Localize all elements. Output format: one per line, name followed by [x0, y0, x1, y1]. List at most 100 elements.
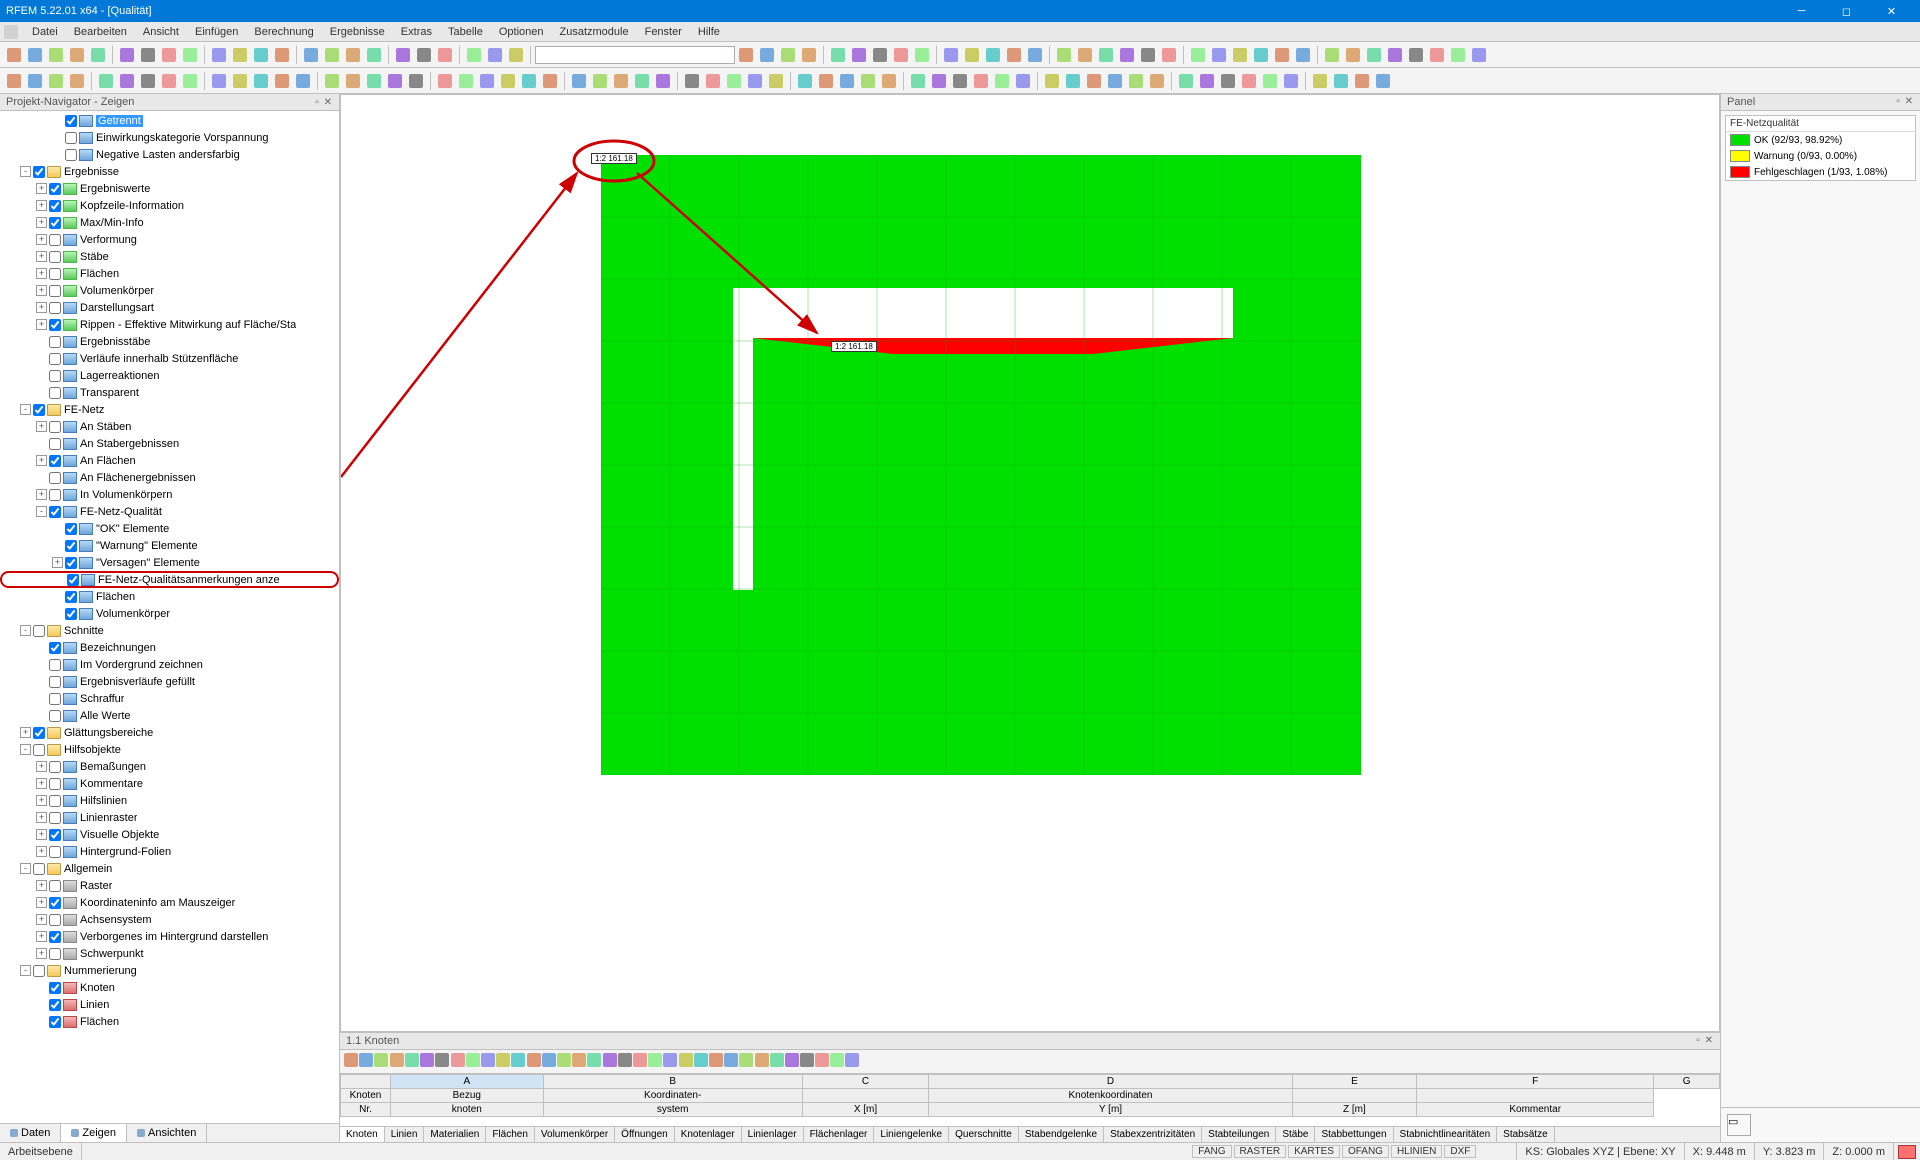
tree-expander[interactable]	[36, 438, 47, 449]
tree-expander[interactable]: +	[36, 846, 47, 857]
toolbar-button[interactable]	[1373, 71, 1393, 91]
toolbar-combo[interactable]	[535, 46, 735, 64]
tree-checkbox[interactable]	[49, 370, 61, 382]
table-col-letter[interactable]: D	[929, 1075, 1293, 1089]
tree-item[interactable]: Lagerreaktionen	[0, 367, 339, 384]
tree-item[interactable]: An Flächenergebnissen	[0, 469, 339, 486]
tree-checkbox[interactable]	[65, 523, 77, 535]
sheet-tab[interactable]: Stäbe	[1276, 1127, 1315, 1142]
table-col-letter[interactable]: C	[802, 1075, 928, 1089]
menu-bearbeiten[interactable]: Bearbeiten	[66, 24, 135, 40]
tree-expander[interactable]: +	[36, 217, 47, 228]
toolbar-button[interactable]	[519, 71, 539, 91]
toolbar-button[interactable]	[569, 71, 589, 91]
tree-expander[interactable]	[52, 115, 63, 126]
tree-item[interactable]: Knoten	[0, 979, 339, 996]
toolbar-button[interactable]	[393, 45, 413, 65]
minimize-button[interactable]: ─	[1779, 0, 1824, 22]
tree-expander[interactable]: +	[36, 285, 47, 296]
toolbar-button[interactable]	[485, 45, 505, 65]
tree-checkbox[interactable]	[49, 710, 61, 722]
tree-item[interactable]: Getrennt	[0, 112, 339, 129]
tree-item[interactable]: Bezeichnungen	[0, 639, 339, 656]
toolbar-button[interactable]	[96, 71, 116, 91]
tree-expander[interactable]: -	[20, 166, 31, 177]
toolbar-button[interactable]	[46, 71, 66, 91]
toolbar-button[interactable]	[1251, 45, 1271, 65]
toolbar-button[interactable]	[364, 71, 384, 91]
toolbar-button[interactable]	[1176, 71, 1196, 91]
toolbar-button[interactable]	[1218, 71, 1238, 91]
sheet-tab[interactable]: Stabsätze	[1497, 1127, 1554, 1142]
toolbar-button[interactable]	[138, 71, 158, 91]
tree-expander[interactable]: +	[20, 727, 31, 738]
toolbar-button[interactable]	[159, 45, 179, 65]
tree-item[interactable]: -Hilfsobjekte	[0, 741, 339, 758]
toolbar-button[interactable]	[739, 1053, 753, 1070]
toolbar-button[interactable]	[1239, 71, 1259, 91]
tree-item[interactable]: +Hintergrund-Folien	[0, 843, 339, 860]
sheet-tab[interactable]: Linien	[385, 1127, 425, 1142]
tree-expander[interactable]	[52, 591, 63, 602]
tree-checkbox[interactable]	[49, 982, 61, 994]
tree-checkbox[interactable]	[33, 863, 45, 875]
menu-hilfe[interactable]: Hilfe	[690, 24, 728, 40]
toolbar-button[interactable]	[464, 45, 484, 65]
toolbar-button[interactable]	[67, 45, 87, 65]
toolbar-button[interactable]	[736, 45, 756, 65]
tree-item[interactable]: Einwirkungskategorie Vorspannung	[0, 129, 339, 146]
toolbar-button[interactable]	[4, 71, 24, 91]
toolbar-button[interactable]	[46, 45, 66, 65]
menu-optionen[interactable]: Optionen	[491, 24, 552, 40]
toolbar-button[interactable]	[912, 45, 932, 65]
status-toggle-dxf[interactable]: DXF	[1444, 1145, 1476, 1158]
tree-checkbox[interactable]	[49, 795, 61, 807]
toolbar-button[interactable]	[1260, 71, 1280, 91]
toolbar-button[interactable]	[496, 1053, 510, 1070]
tree-item[interactable]: +An Stäben	[0, 418, 339, 435]
toolbar-button[interactable]	[795, 71, 815, 91]
toolbar-button[interactable]	[755, 1053, 769, 1070]
toolbar-button[interactable]	[1331, 71, 1351, 91]
toolbar-button[interactable]	[230, 45, 250, 65]
tree-expander[interactable]	[36, 472, 47, 483]
toolbar-button[interactable]	[971, 71, 991, 91]
tree-expander[interactable]: +	[36, 183, 47, 194]
toolbar-button[interactable]	[611, 71, 631, 91]
toolbar-button[interactable]	[845, 1053, 859, 1070]
toolbar-button[interactable]	[816, 71, 836, 91]
tree-expander[interactable]: +	[36, 761, 47, 772]
tree-checkbox[interactable]	[49, 829, 61, 841]
tree-expander[interactable]	[36, 353, 47, 364]
tree-expander[interactable]: -	[20, 625, 31, 636]
tree-checkbox[interactable]	[49, 659, 61, 671]
tree-checkbox[interactable]	[49, 234, 61, 246]
toolbar-button[interactable]	[251, 71, 271, 91]
tree-item[interactable]: +Ergebniswerte	[0, 180, 339, 197]
tree-expander[interactable]: +	[36, 778, 47, 789]
tree-checkbox[interactable]	[49, 183, 61, 195]
toolbar-button[interactable]	[1281, 71, 1301, 91]
navigator-tab-ansichten[interactable]: Ansichten	[127, 1124, 207, 1142]
tree-checkbox[interactable]	[49, 285, 61, 297]
toolbar-button[interactable]	[1343, 45, 1363, 65]
tree-checkbox[interactable]	[49, 268, 61, 280]
menu-tabelle[interactable]: Tabelle	[440, 24, 491, 40]
tree-item[interactable]: -Ergebnisse	[0, 163, 339, 180]
toolbar-button[interactable]	[849, 45, 869, 65]
toolbar-button[interactable]	[879, 71, 899, 91]
tree-checkbox[interactable]	[49, 200, 61, 212]
toolbar-button[interactable]	[542, 1053, 556, 1070]
toolbar-button[interactable]	[272, 45, 292, 65]
toolbar-button[interactable]	[67, 71, 87, 91]
table-col-letter[interactable]: G	[1654, 1075, 1720, 1089]
table-pin-close[interactable]: ▫ ✕	[1696, 1035, 1714, 1047]
tree-expander[interactable]: -	[20, 404, 31, 415]
toolbar-button[interactable]	[301, 45, 321, 65]
tree-checkbox[interactable]	[65, 608, 77, 620]
tree-expander[interactable]: +	[36, 319, 47, 330]
tree-item[interactable]: +Achsensystem	[0, 911, 339, 928]
toolbar-button[interactable]	[648, 1053, 662, 1070]
tree-checkbox[interactable]	[33, 727, 45, 739]
toolbar-button[interactable]	[663, 1053, 677, 1070]
